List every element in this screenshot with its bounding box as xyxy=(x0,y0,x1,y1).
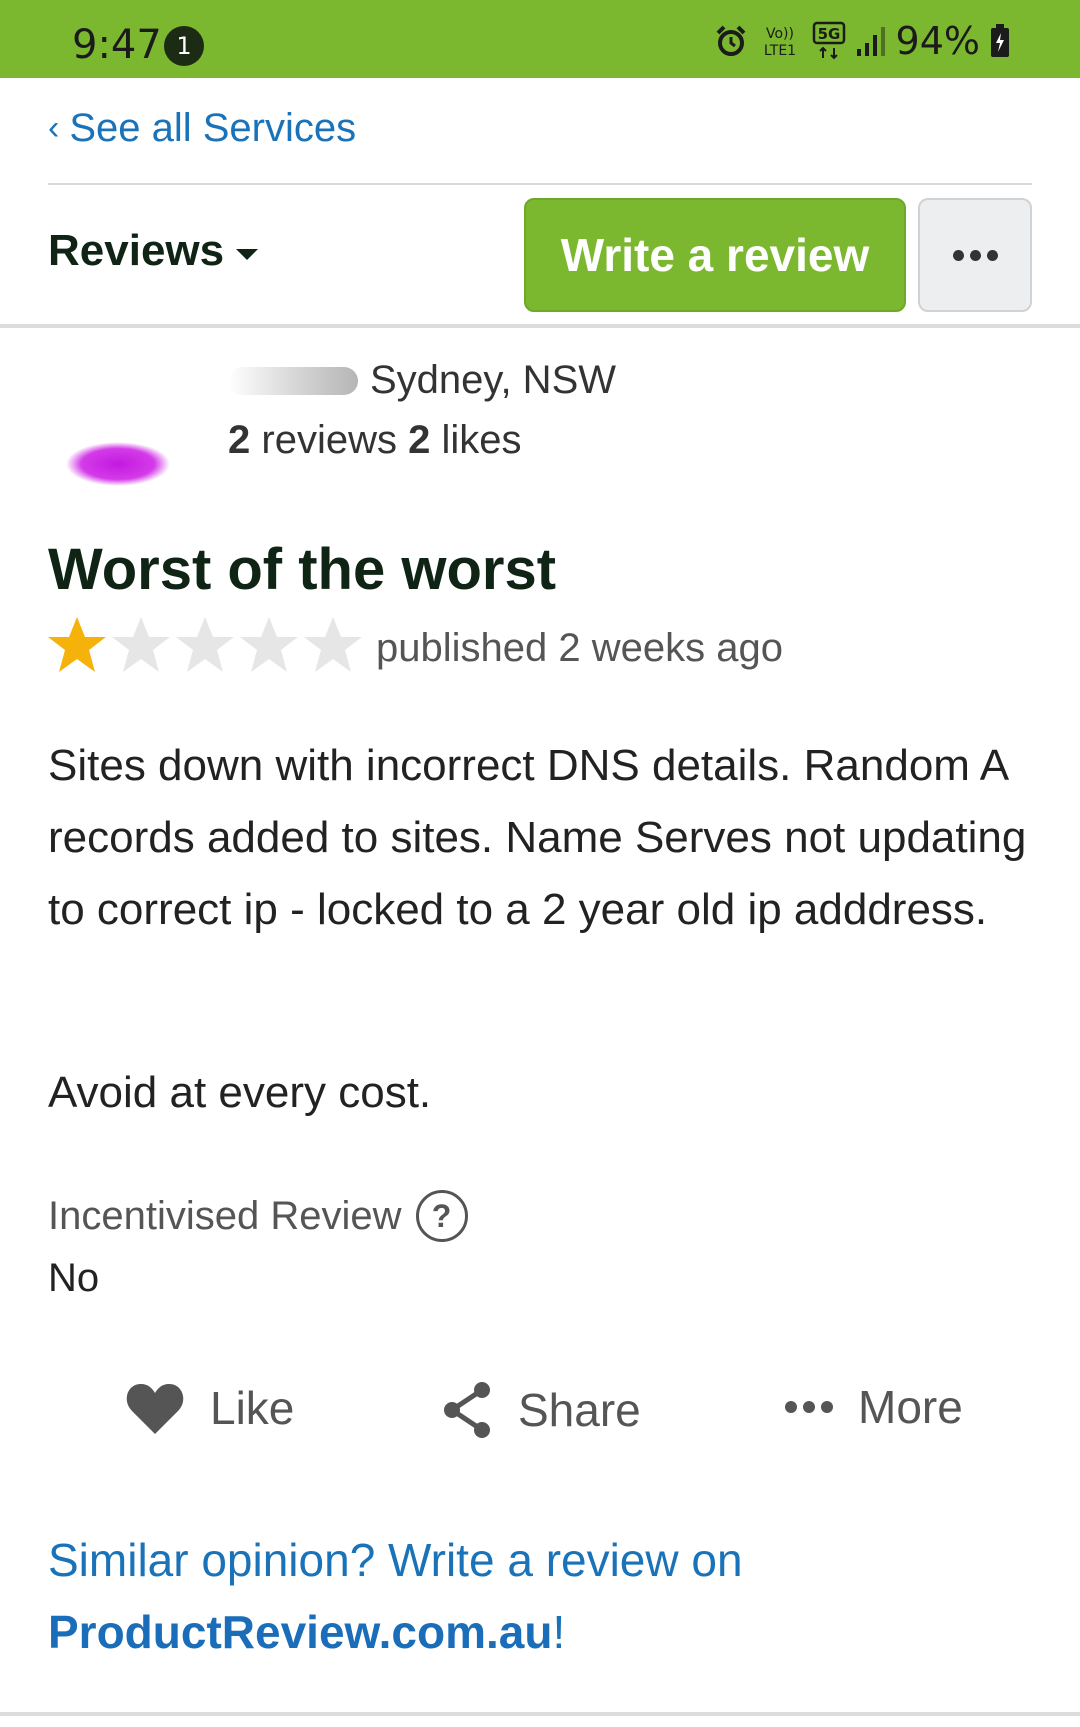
star-empty-icon xyxy=(112,617,170,672)
chevron-left-icon: ‹ xyxy=(48,109,60,147)
ellipsis-dot xyxy=(969,249,981,261)
divider xyxy=(0,1712,1080,1716)
location-text: Sydney, NSW xyxy=(370,358,616,402)
battery-percentage: 94% xyxy=(895,19,980,63)
signal-icon xyxy=(856,27,885,56)
volte-label: Vo)) xyxy=(766,26,794,42)
reviewer-location: Sydney, NSW xyxy=(228,358,616,403)
review-body: Sites down with incorrect DNS details. R… xyxy=(48,741,1027,934)
review-closing: Avoid at every cost. xyxy=(48,1068,432,1117)
lte-label: LTE1 xyxy=(763,43,795,59)
share-icon xyxy=(444,1382,490,1438)
5g-label: 5G xyxy=(817,25,840,43)
heart-icon xyxy=(126,1384,184,1434)
write-review-cta: Similar opinion? Write a review on Produ… xyxy=(48,1524,1038,1668)
reviewer-stats: 2 reviews 2 likes xyxy=(228,418,522,463)
share-label: Share xyxy=(518,1384,641,1436)
star-empty-icon xyxy=(176,617,234,672)
incentivised-value: No xyxy=(48,1256,100,1300)
cta-text[interactable]: Similar opinion? Write a review on xyxy=(48,1534,743,1586)
5g-icon: 5G xyxy=(812,21,845,60)
reviews-word: reviews xyxy=(261,418,397,462)
review-title: Worst of the worst xyxy=(48,537,557,602)
status-time: 9:47 xyxy=(72,22,162,68)
write-review-button[interactable]: Write a review xyxy=(524,198,906,312)
star-rating xyxy=(46,614,364,676)
productreview-link[interactable]: ProductReview.com.au xyxy=(48,1606,552,1658)
divider xyxy=(0,324,1080,328)
published-date: published 2 weeks ago xyxy=(376,626,783,670)
like-button[interactable]: Like xyxy=(124,1380,294,1436)
see-all-services-link[interactable]: ‹ See all Services xyxy=(48,106,356,151)
likes-count: 2 xyxy=(408,418,431,462)
ellipsis-icon xyxy=(785,1401,833,1413)
likes-word: likes xyxy=(441,418,522,462)
battery-charging-icon xyxy=(991,24,1009,57)
cta-suffix: ! xyxy=(552,1606,566,1658)
more-label: More xyxy=(858,1381,963,1433)
ellipsis-dot xyxy=(986,249,998,261)
incentivised-review-label: Incentivised Review ? xyxy=(48,1190,468,1242)
reviews-count: 2 xyxy=(228,418,251,462)
star-empty-icon xyxy=(304,617,362,672)
like-label: Like xyxy=(210,1382,295,1434)
incentivised-label-text: Incentivised Review xyxy=(48,1193,402,1238)
reviews-dropdown-label: Reviews xyxy=(48,226,225,275)
caret-down-icon xyxy=(236,248,259,260)
status-icons: Vo)) LTE1 5G 94% xyxy=(714,18,1010,64)
more-button[interactable]: More xyxy=(784,1380,963,1434)
more-options-button[interactable] xyxy=(918,198,1032,312)
share-button[interactable]: Share xyxy=(440,1380,641,1440)
star-empty-icon xyxy=(240,617,298,672)
divider xyxy=(48,183,1032,185)
notification-count-badge: 1 xyxy=(164,26,204,66)
avatar[interactable] xyxy=(50,420,180,490)
status-bar: 9:47 1 Vo)) LTE1 5G 94% xyxy=(0,0,1080,78)
help-icon[interactable]: ? xyxy=(415,1190,468,1242)
reviews-dropdown[interactable]: Reviews xyxy=(48,226,259,276)
ellipsis-icon xyxy=(952,249,964,261)
alarm-icon xyxy=(716,25,745,56)
volte-icon: Vo)) LTE1 xyxy=(763,26,795,59)
star-filled-icon xyxy=(48,617,106,672)
redacted-reviewer-name xyxy=(228,366,358,395)
back-link-label: See all Services xyxy=(69,106,357,150)
